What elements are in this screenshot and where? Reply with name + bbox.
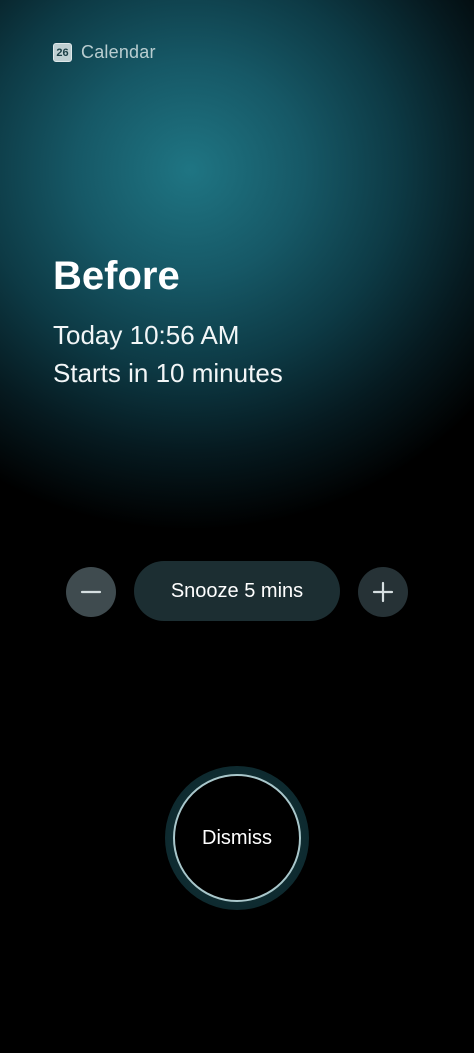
decrease-snooze-button[interactable]: [66, 567, 116, 617]
alarm-screen: 26 Calendar Before Today 10:56 AM Starts…: [0, 0, 474, 1053]
minus-icon: [80, 590, 102, 594]
app-name: Calendar: [81, 42, 156, 62]
increase-snooze-button[interactable]: [358, 567, 408, 617]
event-details: Before Today 10:56 AM Starts in 10 minut…: [53, 250, 283, 392]
event-starts-in: Starts in 10 minutes: [53, 358, 283, 388]
dismiss-ring: Dismiss: [165, 766, 309, 910]
app-header: 26 Calendar: [53, 42, 156, 63]
calendar-icon: 26: [53, 43, 72, 62]
plus-icon: [372, 581, 394, 603]
event-title: Before: [53, 254, 180, 298]
snooze-controls: Snooze 5 mins: [0, 561, 474, 621]
dismiss-button[interactable]: Dismiss: [173, 774, 301, 902]
event-time: Today 10:56 AM: [53, 320, 240, 350]
snooze-button[interactable]: Snooze 5 mins: [134, 561, 340, 621]
